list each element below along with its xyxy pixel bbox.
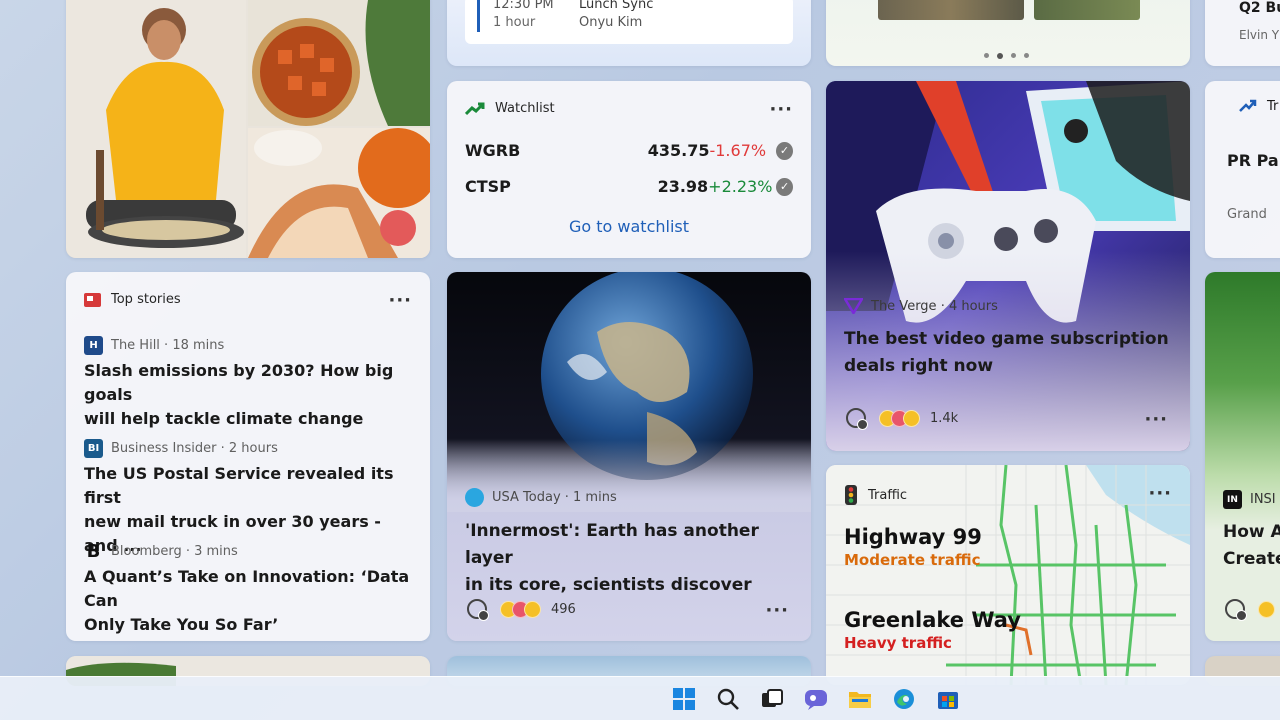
- watchlist-header: Watchlist: [465, 101, 555, 116]
- stock-row[interactable]: CTSP 23.98 +2.23% ✓: [465, 177, 793, 196]
- partial-headline: Q2 Bu: [1239, 0, 1280, 16]
- story-source: INSI: [1250, 492, 1276, 507]
- trending-sub: Grand: [1227, 207, 1267, 222]
- road-status: Heavy traffic: [844, 634, 952, 652]
- reaction-count: 496: [551, 601, 576, 617]
- stock-price: 23.98: [657, 177, 709, 196]
- newspaper-icon: [84, 292, 101, 307]
- business-insider-logo-icon: BI: [84, 439, 103, 458]
- event-person: Onyu Kim: [579, 15, 643, 30]
- trending-up-icon: [1239, 99, 1257, 112]
- stock-price: 435.75: [647, 141, 710, 160]
- story-headline[interactable]: 'Innermost': Earth has another layer in …: [465, 518, 811, 599]
- event-duration: 1 hour: [493, 15, 536, 30]
- traffic-header: Traffic: [844, 485, 907, 505]
- search-icon[interactable]: [716, 687, 740, 711]
- event-accent-bar: [477, 0, 480, 32]
- trending-label: Tr: [1267, 99, 1279, 114]
- event-time: 12:30 PM: [493, 0, 554, 12]
- add-reaction-icon[interactable]: [846, 408, 868, 430]
- stock-symbol: WGRB: [465, 141, 521, 160]
- story-headline[interactable]: How A Create: [1223, 519, 1280, 573]
- food-bowl-image: [248, 0, 430, 126]
- reaction-emojis-icon: [1258, 600, 1275, 618]
- dessert-image: [248, 128, 430, 258]
- task-view-icon[interactable]: [760, 687, 784, 711]
- insider-logo-icon: IN: [1223, 490, 1242, 509]
- store-icon[interactable]: [936, 687, 960, 711]
- verge-news-card[interactable]: The Verge · 4 hours The best video game …: [826, 81, 1190, 451]
- story-source: USA Today · 1 mins: [492, 490, 617, 505]
- taskbar: [0, 676, 1280, 720]
- story-item[interactable]: H The Hill · 18 mins Slash emissions by …: [84, 336, 414, 431]
- story-source: Business Insider · 2 hours: [111, 441, 278, 456]
- road-item[interactable]: Highway 99 Moderate traffic: [844, 525, 982, 569]
- reaction-emojis-icon: [500, 600, 541, 618]
- road-status: Moderate traffic: [844, 551, 981, 569]
- usa-today-logo-icon: [465, 488, 484, 507]
- story-headline[interactable]: Slash emissions by 2030? How big goals w…: [84, 359, 414, 431]
- add-reaction-icon[interactable]: [467, 599, 489, 621]
- add-reaction-icon[interactable]: [1225, 599, 1247, 621]
- more-options-icon[interactable]: ···: [388, 292, 412, 310]
- carousel-image: [1034, 0, 1140, 20]
- top-stories-header: Top stories: [84, 292, 181, 307]
- partial-source: Elvin Y: [1239, 28, 1280, 42]
- stock-change: +2.23%: [708, 177, 773, 196]
- story-item[interactable]: BI Business Insider · 2 hours The US Pos…: [84, 439, 414, 558]
- calendar-card[interactable]: 12:30 PM Lunch Sync 1 hour Onyu Kim: [447, 0, 811, 66]
- story-source: The Verge · 4 hours: [871, 298, 998, 314]
- road-item[interactable]: Greenlake Way Heavy traffic: [844, 608, 1021, 652]
- the-hill-logo-icon: H: [84, 336, 103, 355]
- food-image-card[interactable]: [66, 0, 430, 258]
- road-name: Greenlake Way: [844, 608, 1021, 632]
- more-options-icon[interactable]: ···: [769, 101, 793, 119]
- reaction-emojis-icon: [879, 409, 920, 427]
- windows-start-icon[interactable]: [672, 687, 696, 711]
- watchlist-card[interactable]: Watchlist ··· WGRB 435.75 -1.67% ✓ CTSP …: [447, 81, 811, 258]
- checkmark-icon[interactable]: ✓: [776, 177, 793, 196]
- cooking-woman-image: [66, 0, 246, 258]
- watchlist-title: Watchlist: [495, 101, 555, 116]
- story-headline[interactable]: The best video game subscription deals r…: [844, 326, 1169, 380]
- go-to-watchlist-link[interactable]: Go to watchlist: [447, 217, 811, 236]
- chat-icon[interactable]: [804, 687, 828, 711]
- top-stories-title: Top stories: [111, 292, 181, 307]
- story-source: Bloomberg · 3 mins: [111, 544, 238, 559]
- partial-news-card[interactable]: Q2 Bu Elvin Y: [1205, 0, 1280, 66]
- story-source: The Hill · 18 mins: [111, 338, 225, 353]
- traffic-light-icon: [845, 485, 857, 505]
- the-verge-logo-icon: [844, 298, 863, 314]
- trending-card[interactable]: Tr PR Pa Grand: [1205, 81, 1280, 258]
- stock-symbol: CTSP: [465, 177, 511, 196]
- earth-news-card[interactable]: USA Today · 1 mins 'Innermost': Earth ha…: [447, 272, 811, 641]
- more-options-icon[interactable]: ···: [765, 602, 789, 620]
- checkmark-icon[interactable]: ✓: [776, 141, 793, 160]
- reaction-count: 1.4k: [930, 410, 959, 426]
- carousel-dots[interactable]: [984, 53, 1029, 59]
- carousel-image: [878, 0, 1024, 20]
- story-headline[interactable]: A Quant’s Take on Innovation: ‘Data Can …: [84, 565, 414, 637]
- traffic-card[interactable]: Traffic ··· Highway 99 Moderate traffic …: [826, 465, 1190, 685]
- top-stories-card[interactable]: Top stories ··· H The Hill · 18 mins Sla…: [66, 272, 430, 641]
- stock-row[interactable]: WGRB 435.75 -1.67% ✓: [465, 141, 793, 160]
- file-explorer-icon[interactable]: [848, 687, 872, 711]
- image-carousel-card[interactable]: [826, 0, 1190, 66]
- traffic-title: Traffic: [868, 487, 908, 503]
- more-options-icon[interactable]: ···: [1144, 411, 1168, 429]
- trending-up-icon: [465, 102, 485, 115]
- stock-change: -1.67%: [709, 141, 767, 160]
- trending-headline: PR Pa: [1227, 151, 1279, 170]
- story-item[interactable]: B Bloomberg · 3 mins A Quant’s Take on I…: [84, 541, 414, 637]
- insider-card[interactable]: IN INSI How A Create: [1205, 272, 1280, 641]
- edge-browser-icon[interactable]: [892, 687, 916, 711]
- more-options-icon[interactable]: ···: [1148, 485, 1172, 503]
- bloomberg-logo-icon: B: [86, 541, 101, 562]
- game-controller-image: [826, 81, 1190, 451]
- event-title: Lunch Sync: [579, 0, 654, 12]
- road-name: Highway 99: [844, 525, 982, 549]
